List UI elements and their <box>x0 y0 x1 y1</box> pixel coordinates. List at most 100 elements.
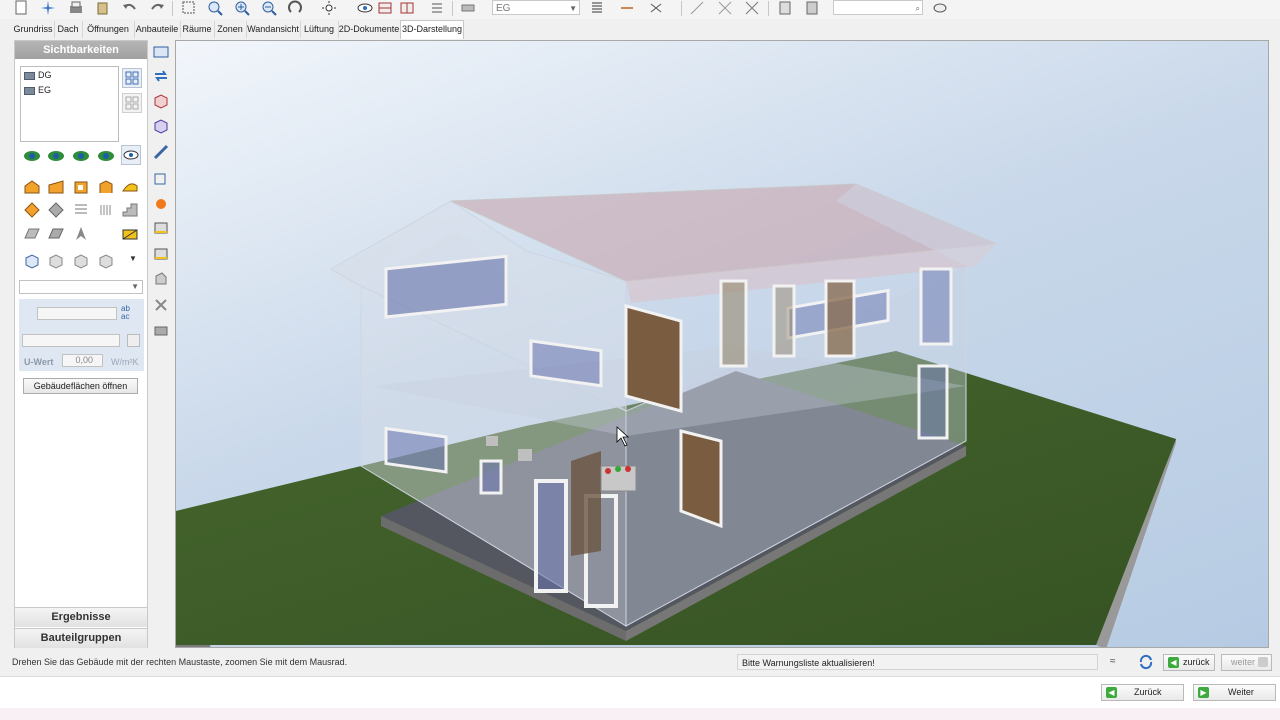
snap-2-icon[interactable] <box>717 0 733 16</box>
help-icon[interactable] <box>932 0 948 16</box>
layer-icon[interactable] <box>460 0 476 16</box>
edit-shape-icon[interactable] <box>153 170 169 186</box>
level-item-dg[interactable]: DG <box>38 70 52 80</box>
door-element-icon[interactable] <box>47 178 65 196</box>
level-item-eg[interactable]: EG <box>38 85 51 95</box>
tab-zonen[interactable]: Zonen <box>214 21 247 38</box>
refresh-icon[interactable] <box>1138 654 1154 670</box>
stripes-icon[interactable] <box>97 201 115 219</box>
slab-icon[interactable] <box>23 225 41 243</box>
element-select[interactable]: ▼ <box>19 280 143 294</box>
tab-raeume[interactable]: Räume <box>180 21 215 38</box>
section-icon[interactable] <box>377 0 393 16</box>
component-groups-section[interactable]: Bauteilgruppen <box>15 628 147 648</box>
section-2-icon[interactable] <box>399 0 415 16</box>
tab-anbauteile[interactable]: Anbauteile <box>134 21 181 38</box>
level-select[interactable]: EG ▼ <box>492 0 580 15</box>
warning-message: Bitte Warnungsliste aktualisieren! <box>737 654 1098 670</box>
search-input[interactable]: ⌕ <box>833 0 923 15</box>
cube-icon[interactable] <box>23 252 41 270</box>
view-icon[interactable] <box>153 44 169 60</box>
ceiling-icon[interactable] <box>47 201 65 219</box>
search-icon[interactable]: ⌕ <box>916 1 920 16</box>
material-icon[interactable] <box>127 334 140 347</box>
level-icon <box>24 72 35 80</box>
undo-icon[interactable] <box>122 0 138 16</box>
zoom-out-icon[interactable] <box>261 0 277 16</box>
back-small-button[interactable]: ◀ zurück <box>1163 654 1215 671</box>
next-button[interactable]: ▶ Weiter <box>1193 684 1276 701</box>
select-frame-icon[interactable] <box>181 0 197 16</box>
floor-icon[interactable] <box>23 201 41 219</box>
column-icon[interactable] <box>97 178 115 196</box>
dimension-icon[interactable] <box>619 0 635 16</box>
delete-shape-icon[interactable] <box>153 297 169 313</box>
panel-title[interactable]: Sichtbarkeiten <box>15 41 147 59</box>
list-icon[interactable] <box>429 0 445 16</box>
uncheck-all-icon[interactable] <box>122 93 142 113</box>
uwert-input[interactable]: 0,00 <box>62 354 103 367</box>
back-button[interactable]: ◀ Zurück <box>1101 684 1184 701</box>
tab-2d-dokumente[interactable]: 2D-Dokumente <box>338 21 401 38</box>
material-select[interactable] <box>22 334 120 347</box>
table-icon[interactable] <box>589 0 605 16</box>
stairs-icon[interactable] <box>121 201 139 219</box>
cube-3-icon[interactable] <box>72 252 90 270</box>
shape-icon[interactable] <box>153 271 169 287</box>
eye-active-icon[interactable] <box>121 145 141 165</box>
new-file-icon[interactable] <box>13 0 29 16</box>
tab-dach[interactable]: Dach <box>54 21 83 38</box>
arrow-left-icon: ◀ <box>1168 657 1179 668</box>
import-icon[interactable] <box>804 0 820 16</box>
collapse-icon[interactable]: ≈ <box>1110 656 1116 667</box>
terrain-icon[interactable] <box>121 225 139 243</box>
box-2-icon[interactable] <box>153 118 169 134</box>
rename-icon[interactable]: ab ac <box>121 305 139 323</box>
magic-icon[interactable] <box>40 0 56 16</box>
eye-icon[interactable] <box>357 0 373 16</box>
paste-icon[interactable] <box>95 0 111 16</box>
check-all-icon[interactable] <box>122 68 142 88</box>
property-field[interactable] <box>37 307 117 320</box>
layers-icon[interactable] <box>72 201 90 219</box>
3d-viewport[interactable] <box>175 40 1269 648</box>
tab-oeffnungen[interactable]: Öffnungen <box>82 21 135 38</box>
refresh-view-icon[interactable] <box>153 68 169 84</box>
print-icon[interactable] <box>68 0 84 16</box>
snap-3-icon[interactable] <box>744 0 760 16</box>
tab-grundriss[interactable]: Grundriss <box>12 21 55 38</box>
eye-icon[interactable] <box>72 147 90 165</box>
person-icon[interactable] <box>72 225 90 243</box>
eye-icon[interactable] <box>47 147 65 165</box>
tab-3d-darstellung[interactable]: 3D-Darstellung <box>400 20 464 39</box>
wall-icon[interactable] <box>23 178 41 196</box>
roof-element-icon[interactable] <box>121 178 139 196</box>
next-small-button[interactable]: weiter <box>1221 654 1272 671</box>
building-3d-model[interactable] <box>176 41 1269 648</box>
results-section[interactable]: Ergebnisse <box>15 607 147 627</box>
eye-icon[interactable] <box>97 147 115 165</box>
paint-icon[interactable] <box>153 195 169 211</box>
window-element-icon[interactable] <box>72 178 90 196</box>
print-view-icon[interactable] <box>153 322 169 338</box>
tab-wandansicht[interactable]: Wandansicht <box>246 21 301 38</box>
rotate-icon[interactable] <box>287 0 303 16</box>
slab-2-icon[interactable] <box>47 225 65 243</box>
cube-4-icon[interactable] <box>97 252 115 270</box>
eye-icon[interactable] <box>23 147 41 165</box>
redo-icon[interactable] <box>149 0 165 16</box>
pencil-icon[interactable] <box>153 144 169 160</box>
zoom-in-icon[interactable] <box>234 0 250 16</box>
snap-icon[interactable] <box>689 0 705 16</box>
cube-2-icon[interactable] <box>47 252 65 270</box>
zoom-window-icon[interactable] <box>207 0 223 16</box>
export-icon[interactable] <box>777 0 793 16</box>
open-building-areas-button[interactable]: Gebäudeflächen öffnen <box>23 378 138 394</box>
measure-icon[interactable] <box>648 0 664 16</box>
panel-2-icon[interactable] <box>153 246 169 262</box>
tab-lueftung[interactable]: Lüftung <box>300 21 339 38</box>
chevron-down-icon[interactable]: ▼ <box>129 254 147 272</box>
box-icon[interactable] <box>153 93 169 109</box>
panel-icon[interactable] <box>153 220 169 236</box>
sun-icon[interactable] <box>321 0 337 16</box>
